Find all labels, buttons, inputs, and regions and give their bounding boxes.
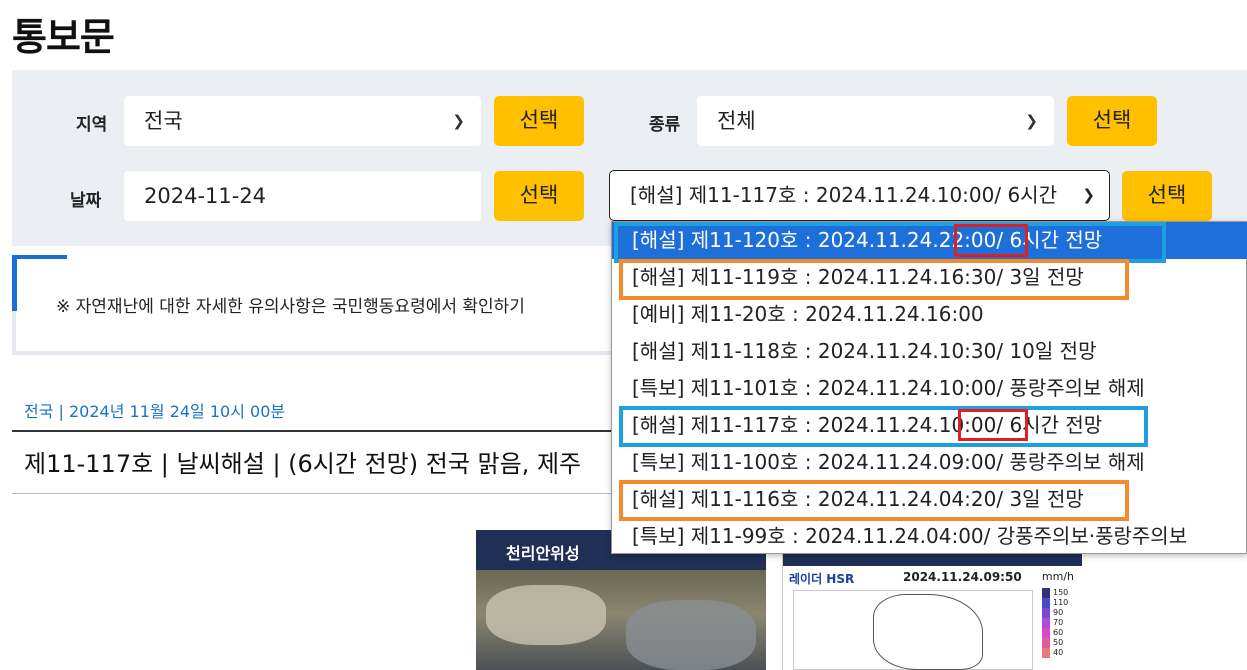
- document-select-button[interactable]: 선택: [1122, 171, 1212, 221]
- document-select[interactable]: [해설] 제11-117호 : 2024.11.24.10:00/ 6시간 ❯: [609, 170, 1110, 221]
- legend-swatch: [1042, 598, 1050, 608]
- radar-time: 2024.11.24.09:50: [903, 570, 1022, 584]
- page-title: 통보문: [12, 15, 115, 59]
- article-meta: 전국 | 2024년 11월 24일 10시 00분: [24, 402, 286, 421]
- dropdown-option[interactable]: [해설] 제11-120호 : 2024.11.24.22:00/ 6시간 전망: [612, 222, 1247, 259]
- radar-legend: 150 110 90 70 60 50 40: [1042, 588, 1076, 658]
- document-select-value: [해설] 제11-117호 : 2024.11.24.10:00/ 6시간: [630, 183, 1057, 207]
- dropdown-option[interactable]: [예비] 제11-20호 : 2024.11.24.16:00: [612, 296, 1247, 333]
- cloud-shape: [626, 600, 756, 670]
- region-select-value: 전국: [144, 109, 183, 133]
- notice-text: ※ 자연재난에 대한 자세한 유의사항은 국민행동요령에서 확인하기: [56, 297, 525, 317]
- legend-item: 60: [1042, 628, 1076, 638]
- type-label: 종류: [649, 115, 681, 135]
- region-select[interactable]: 전국 ❯: [124, 96, 481, 146]
- divider: [12, 493, 612, 494]
- chevron-down-icon: ❯: [452, 112, 465, 130]
- legend-value: 110: [1053, 598, 1069, 607]
- legend-value: 150: [1053, 588, 1069, 597]
- legend-item: 70: [1042, 618, 1076, 628]
- chevron-down-icon: ❯: [1082, 186, 1095, 204]
- type-select-button[interactable]: 선택: [1067, 96, 1157, 146]
- dropdown-option[interactable]: [특보] 제11-100호 : 2024.11.24.09:00/ 풍랑주의보 …: [612, 444, 1247, 481]
- article-title[interactable]: 제11-117호 | 날씨해설 | (6시간 전망) 전국 맑음, 제주: [24, 444, 581, 479]
- type-select-value: 전체: [717, 109, 756, 133]
- legend-swatch: [1042, 648, 1050, 658]
- legend-swatch: [1042, 638, 1050, 648]
- dropdown-option[interactable]: [해설] 제11-119호 : 2024.11.24.16:30/ 3일 전망: [612, 259, 1247, 296]
- dropdown-option[interactable]: [해설] 제11-116호 : 2024.11.24.04:20/ 3일 전망: [612, 481, 1247, 518]
- dropdown-option[interactable]: [특보] 제11-101호 : 2024.11.24.10:00/ 풍랑주의보 …: [612, 370, 1247, 407]
- dropdown-option[interactable]: [해설] 제11-118호 : 2024.11.24.10:30/ 10일 전망: [612, 333, 1247, 370]
- satellite-title: 천리안위성: [506, 544, 580, 563]
- coastline-shape: [873, 594, 983, 670]
- legend-item: 50: [1042, 638, 1076, 648]
- radar-unit: mm/h: [1041, 570, 1074, 583]
- legend-swatch: [1042, 618, 1050, 628]
- legend-swatch: [1042, 588, 1050, 598]
- notice-accent-bar: [12, 255, 17, 311]
- notice-accent: [12, 255, 67, 259]
- legend-item: 40: [1042, 648, 1076, 658]
- legend-value: 60: [1053, 628, 1064, 637]
- legend-item: 110: [1042, 598, 1076, 608]
- date-label: 날짜: [70, 191, 102, 211]
- dropdown-option[interactable]: [해설] 제11-117호 : 2024.11.24.10:00/ 6시간 전망: [612, 407, 1247, 444]
- legend-item: 90: [1042, 608, 1076, 618]
- date-input[interactable]: 2024-11-24: [124, 171, 481, 221]
- legend-swatch: [1042, 608, 1050, 618]
- document-dropdown-list: [해설] 제11-120호 : 2024.11.24.22:00/ 6시간 전망…: [611, 221, 1247, 554]
- legend-value: 70: [1053, 618, 1064, 627]
- date-select-button[interactable]: 선택: [494, 171, 584, 221]
- cloud-shape: [486, 585, 606, 645]
- legend-swatch: [1042, 628, 1050, 638]
- dropdown-option[interactable]: [특보] 제11-99호 : 2024.11.24.04:00/ 강풍주의보·풍…: [612, 518, 1247, 555]
- chevron-down-icon: ❯: [1025, 112, 1038, 130]
- legend-value: 90: [1053, 608, 1064, 617]
- region-select-button[interactable]: 선택: [494, 96, 584, 146]
- radar-label: 레이더 HSR: [789, 572, 855, 586]
- legend-value: 40: [1053, 648, 1064, 657]
- region-label: 지역: [76, 115, 108, 135]
- legend-item: 150: [1042, 588, 1076, 598]
- divider: [12, 430, 612, 432]
- type-select[interactable]: 전체 ❯: [697, 96, 1054, 146]
- legend-value: 50: [1053, 638, 1064, 647]
